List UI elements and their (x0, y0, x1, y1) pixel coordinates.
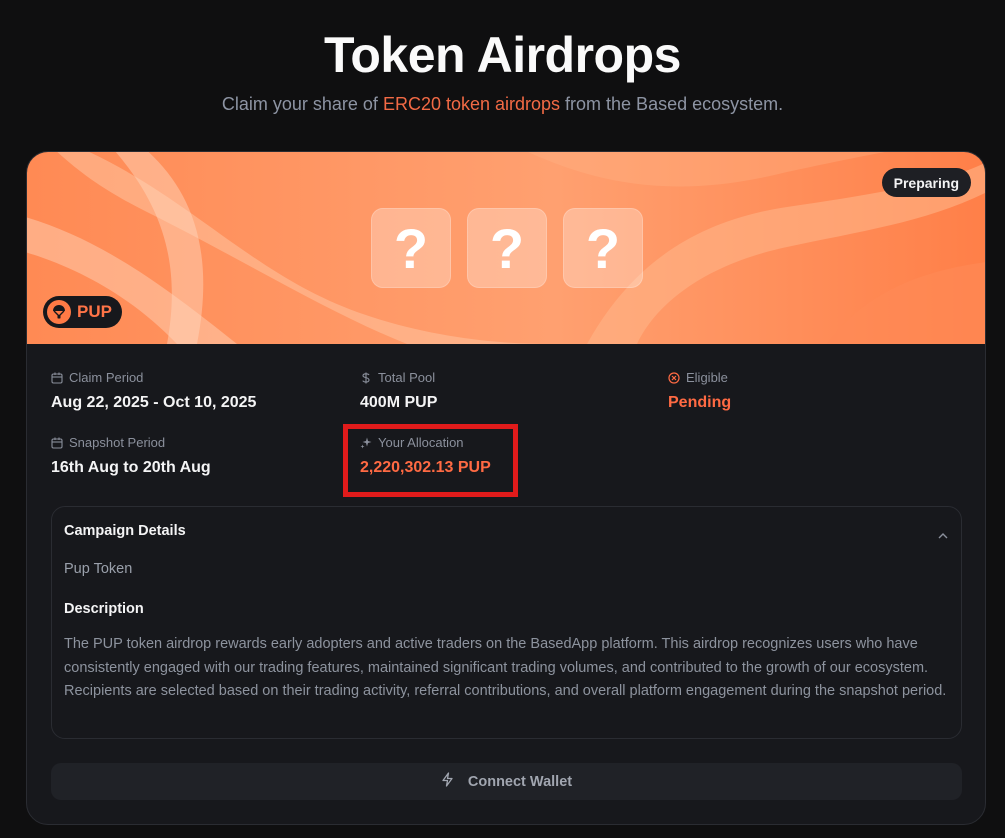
page-title: Token Airdrops (324, 27, 681, 83)
subtitle-highlight: ERC20 token airdrops (382, 94, 561, 114)
snapshot-period-label: Snapshot Period (69, 435, 166, 450)
subtitle-prefix: Claim your share of (221, 94, 383, 114)
total-pool-label: Total Pool (378, 370, 436, 385)
connect-wallet-label: Connect Wallet (467, 773, 573, 790)
campaign-details-title: Campaign Details (64, 523, 186, 539)
subtitle-suffix: from the Based ecosystem. (560, 94, 784, 114)
eligible-value: Pending (668, 394, 732, 411)
stat-snapshot-period: Snapshot Period 16th Aug to 20th Aug (51, 435, 211, 477)
token-symbol: PUP (77, 302, 112, 321)
connect-wallet-button[interactable]: Connect Wallet (51, 763, 962, 800)
mystery-token-box-3: ? (563, 208, 643, 288)
dollar-icon (362, 372, 370, 383)
stat-claim-period: Claim Period Aug 22, 2025 - Oct 10, 2025 (51, 370, 256, 412)
campaign-details-panel: Campaign Details Pup Token Description T… (51, 506, 962, 739)
status-badge: Preparing (881, 168, 971, 197)
eligible-label: Eligible (686, 370, 728, 385)
claim-period-label: Claim Period (69, 370, 144, 385)
snapshot-period-value: 16th Aug to 20th Aug (51, 459, 211, 476)
page-subtitle: Claim your share of ERC20 token airdrops… (0, 94, 1005, 115)
airdrop-card: ? ? ? Preparing PUP Claim Period Aug 22,… (26, 151, 986, 825)
campaign-name: Pup Token (64, 561, 133, 577)
allocation-highlight-box (343, 424, 518, 497)
calendar-icon (51, 437, 63, 449)
mystery-token-box-2: ? (467, 208, 547, 288)
campaign-banner: ? ? ? Preparing PUP (27, 152, 985, 344)
chevron-up-icon[interactable] (937, 527, 949, 545)
stat-total-pool: Total Pool 400M PUP (360, 370, 437, 412)
parachute-icon (47, 300, 71, 324)
description-title: Description (64, 601, 144, 617)
calendar-icon (51, 372, 63, 384)
description-text: The PUP token airdrop rewards early adop… (64, 636, 947, 699)
total-pool-value: 400M PUP (360, 394, 438, 411)
lightning-icon (441, 772, 454, 791)
token-badge: PUP (43, 296, 122, 328)
x-circle-icon (668, 371, 680, 384)
claim-period-value: Aug 22, 2025 - Oct 10, 2025 (51, 394, 257, 411)
mystery-token-box-1: ? (371, 208, 451, 288)
stat-eligible: Eligible Pending (668, 370, 731, 412)
